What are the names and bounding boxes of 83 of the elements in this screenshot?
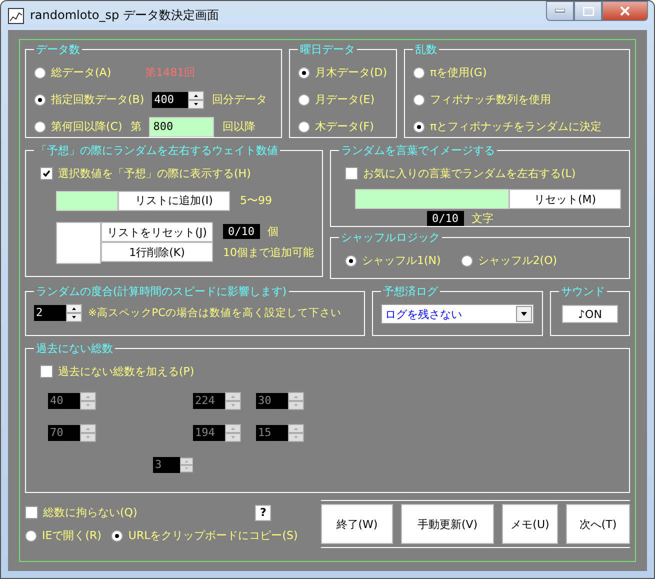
reset-button[interactable]: リセット(M) (509, 189, 621, 209)
delete-row-button[interactable]: 1行削除(K) (101, 242, 213, 262)
radio-button[interactable] (413, 120, 425, 132)
radio-label: 総データ(A) (51, 65, 112, 80)
group-title: 曜日データ (299, 42, 356, 57)
checkbox-label: 過去にない総数を加える(P) (58, 364, 194, 379)
checkbox[interactable] (25, 506, 38, 519)
radio-button[interactable] (460, 254, 473, 266)
group-title: サウンド (560, 284, 606, 299)
radio-button[interactable] (34, 120, 46, 132)
field-label: 回以降 (222, 119, 256, 134)
group-title: 予想済ログ (382, 284, 440, 299)
sound-button[interactable]: ♪ON (562, 305, 618, 323)
spin-arrows-icon[interactable] (66, 304, 82, 322)
counter: 0/10 (427, 211, 464, 226)
field-label: 第 (130, 119, 142, 134)
radio-label: πとフィボナッチをランダムに決定 (430, 119, 602, 134)
minimize-button[interactable] (546, 1, 574, 21)
group-title: ランダムを言葉でイメージする (340, 143, 496, 158)
radio-label: シャッフル2(O) (478, 253, 558, 268)
group-title: ランダムの度合(計算時間のスピードに影響します) (35, 284, 288, 299)
number-field[interactable]: 800 (149, 116, 214, 136)
radio-label: 指定回数データ(B) (51, 92, 144, 107)
radio-label: πを使用(G) (430, 65, 487, 80)
radio-label: URLをクリップボードにコピー(S) (128, 528, 298, 543)
group-title: シャッフルロジック (340, 230, 441, 245)
maximize-button[interactable] (574, 1, 602, 21)
close-button[interactable] (602, 1, 648, 21)
radio-button[interactable] (298, 120, 310, 132)
counter-unit: 個 (268, 224, 278, 239)
action-button[interactable]: メモ(U) (502, 504, 558, 544)
group-title: 乱数 (414, 42, 438, 57)
checkbox-label: 総数に拘らない(Q) (43, 505, 138, 520)
radio-label: 月木データ(D) (315, 65, 388, 80)
window-title: randomloto_sp データ数決定画面 (30, 7, 219, 24)
number-field[interactable]: 2 (34, 305, 66, 321)
counter-unit: 文字 (472, 211, 494, 226)
reset-list-button[interactable]: リストをリセット(J) (101, 222, 213, 242)
action-button[interactable]: 終了(W) (321, 504, 393, 544)
latest-draw: 第1481回 (145, 65, 196, 80)
checkbox[interactable] (345, 167, 358, 180)
input-field[interactable] (56, 190, 118, 210)
minimize-icon (555, 9, 565, 13)
radio-label: 第何回以降(C) (51, 119, 122, 134)
chart-icon (8, 8, 24, 24)
maximize-icon (582, 6, 594, 16)
radio-button[interactable] (34, 94, 46, 106)
action-button[interactable]: 次へ(T) (566, 504, 630, 544)
radio-button[interactable] (413, 66, 425, 78)
input-field[interactable] (355, 189, 509, 209)
radio-button[interactable] (345, 254, 357, 266)
radio-label: 月データ(E) (315, 92, 375, 107)
check-icon (41, 168, 52, 179)
group-title: 「予想」の際にランダムを左右するウェイト数値 (35, 143, 279, 158)
checkbox-label: お気に入りの言葉でランダムを左右する(L) (363, 166, 576, 181)
checkbox[interactable] (40, 365, 53, 378)
radio-button[interactable] (25, 530, 37, 542)
note-text: ※高スペックPCの場合は数値を高く設定して下さい (88, 306, 342, 320)
dropdown[interactable]: ログを残さない (381, 304, 534, 324)
range-hint: 5〜99 (240, 193, 272, 208)
counter: 0/10 (223, 224, 260, 239)
radio-button[interactable] (298, 94, 310, 106)
action-button[interactable]: 手動更新(V) (401, 504, 494, 544)
radio-button[interactable] (298, 66, 310, 78)
radio-label: フィボナッチ数列を使用 (430, 92, 551, 107)
radio-label: シャッフル1(N) (362, 253, 441, 268)
group-title: 過去にない総数 (35, 341, 114, 356)
checkbox[interactable] (40, 167, 53, 180)
spin-arrows-icon[interactable] (180, 456, 193, 474)
number-field[interactable]: 400 (152, 92, 188, 108)
radio-button[interactable] (111, 530, 124, 542)
limit-note: 10個まで追加可能 (223, 245, 314, 260)
group-title: データ数 (35, 42, 81, 57)
spin-arrows-icon[interactable] (188, 90, 204, 108)
help-button[interactable]: ? (255, 504, 272, 520)
radio-button[interactable] (413, 94, 425, 106)
radio-button[interactable] (34, 66, 46, 78)
radio-label: IEで開く(R) (42, 528, 102, 543)
field-label: 回分データ (212, 92, 268, 107)
close-icon (620, 6, 630, 16)
radio-label: 木データ(F) (315, 119, 374, 134)
checkbox-label: 選択数値を「予想」の際に表示する(H) (58, 166, 251, 181)
add-button[interactable]: リストに追加(I) (118, 190, 230, 210)
